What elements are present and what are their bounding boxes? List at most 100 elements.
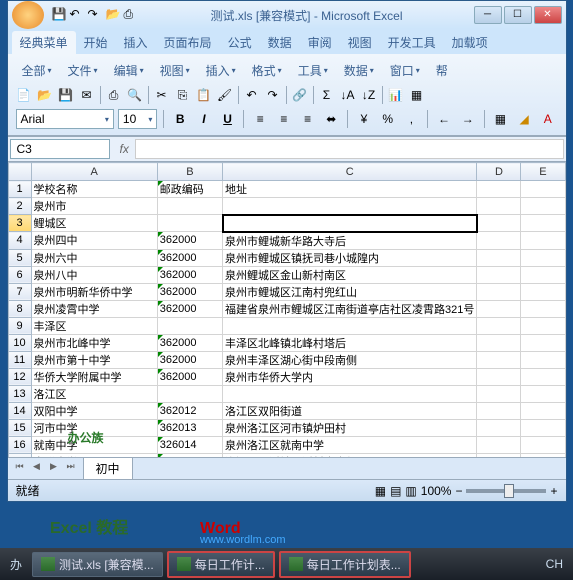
redo-tb-icon[interactable]: ↷ <box>263 85 283 105</box>
row-header[interactable]: 6 <box>8 266 31 283</box>
cell[interactable]: 362000 <box>157 351 222 368</box>
view-break-icon[interactable]: ▥ <box>405 484 416 498</box>
cell[interactable] <box>521 266 565 283</box>
new-icon[interactable]: 📄 <box>14 85 34 105</box>
cell[interactable] <box>477 181 521 198</box>
tab-insert[interactable]: 插入 <box>116 31 156 54</box>
cell[interactable] <box>521 453 565 457</box>
cell[interactable]: 河市中学 <box>31 419 157 436</box>
cell[interactable] <box>521 283 565 300</box>
cell[interactable] <box>521 198 565 215</box>
taskbar-item-1[interactable]: 测试.xls [兼容模... <box>32 552 163 577</box>
formula-input[interactable] <box>135 139 564 159</box>
lang-indicator[interactable]: CH <box>540 557 569 571</box>
cell[interactable] <box>477 215 521 232</box>
cell[interactable]: 华侨大学附属中学 <box>31 368 157 385</box>
menu-format[interactable]: 格式▾ <box>246 60 288 81</box>
undo-tb-icon[interactable]: ↶ <box>242 85 262 105</box>
cell[interactable] <box>477 419 521 436</box>
menu-data[interactable]: 数据▾ <box>338 60 380 81</box>
menu-window[interactable]: 窗口▾ <box>384 60 426 81</box>
cell[interactable] <box>477 368 521 385</box>
cell[interactable] <box>477 300 521 317</box>
cell[interactable] <box>477 453 521 457</box>
cell[interactable]: 362012 <box>157 402 222 419</box>
row-header[interactable]: 17 <box>8 453 31 457</box>
tab-view[interactable]: 视图 <box>340 31 380 54</box>
underline-button[interactable]: U <box>218 109 238 129</box>
cell[interactable] <box>521 402 565 419</box>
cell[interactable] <box>477 283 521 300</box>
cell[interactable]: 学校名称 <box>31 181 157 198</box>
font-select[interactable]: Arial▾ <box>16 109 114 129</box>
menu-file[interactable]: 文件▾ <box>62 60 104 81</box>
view-layout-icon[interactable]: ▤ <box>390 484 401 498</box>
cut-icon[interactable]: ✂ <box>152 85 172 105</box>
redo-icon[interactable]: ↷ <box>88 7 104 23</box>
cell[interactable]: 泉州市第十中学 <box>31 351 157 368</box>
cell[interactable] <box>521 385 565 402</box>
cell[interactable]: 泉州八中 <box>31 266 157 283</box>
cell[interactable]: 奕联中学 <box>31 453 157 457</box>
cell[interactable]: 泉州市鲤城区江南村兜红山 <box>223 283 477 300</box>
cell[interactable]: 福建省泉州市鲤城区江南街道亭店社区凌霄路321号 <box>223 300 477 317</box>
cell[interactable] <box>521 436 565 453</box>
size-select[interactable]: 10▾ <box>118 109 157 129</box>
row-header[interactable]: 3 <box>8 215 31 232</box>
cell[interactable]: 362000 <box>157 300 222 317</box>
cell[interactable]: 362015 <box>157 453 222 457</box>
row-header[interactable]: 10 <box>8 334 31 351</box>
taskbar-item-3[interactable]: 每日工作计划表... <box>279 551 411 578</box>
chart-icon[interactable]: 📊 <box>386 85 406 105</box>
tab-formula[interactable]: 公式 <box>220 31 260 54</box>
row-header[interactable]: 15 <box>8 419 31 436</box>
col-header-B[interactable]: B <box>157 163 222 181</box>
cell[interactable]: 泉州市 <box>31 198 157 215</box>
print-icon[interactable]: ⎙ <box>124 7 140 23</box>
cell[interactable]: 就南中学 <box>31 436 157 453</box>
cell[interactable] <box>521 215 565 232</box>
cell[interactable]: 362000 <box>157 283 222 300</box>
col-header-A[interactable]: A <box>31 163 157 181</box>
cell[interactable]: 洛江区罗溪镇双溪村木内组 <box>223 453 477 457</box>
mail-icon[interactable]: ✉ <box>77 85 97 105</box>
currency-icon[interactable]: ¥ <box>354 109 374 129</box>
menu-tools[interactable]: 工具▾ <box>292 60 334 81</box>
row-header[interactable]: 1 <box>8 181 31 198</box>
cell[interactable]: 362013 <box>157 419 222 436</box>
cell[interactable] <box>223 198 477 215</box>
sheet-next-icon[interactable]: ▶ <box>46 461 62 477</box>
tab-addin[interactable]: 加载项 <box>444 31 496 54</box>
cell[interactable] <box>477 249 521 266</box>
cell[interactable]: 鲤城区 <box>31 215 157 232</box>
menu-insert[interactable]: 插入▾ <box>200 60 242 81</box>
fx-icon[interactable]: fx <box>120 142 129 156</box>
office-button[interactable] <box>12 1 44 29</box>
cell[interactable] <box>477 317 521 334</box>
cell[interactable]: 丰泽区北峰镇北峰村塔后 <box>223 334 477 351</box>
cell[interactable] <box>477 402 521 419</box>
cell[interactable] <box>521 351 565 368</box>
row-header[interactable]: 8 <box>8 300 31 317</box>
indent-inc-icon[interactable]: → <box>458 109 478 129</box>
cell[interactable]: 泉州鲤城区金山新村南区 <box>223 266 477 283</box>
spreadsheet-grid[interactable]: A B C D E 1 学校名称 邮政编码 地址 2 泉州市 3 鲤城区 4 泉… <box>8 162 566 457</box>
cell[interactable]: 双阳中学 <box>31 402 157 419</box>
brush-icon[interactable]: 🖌 <box>215 85 235 105</box>
cell[interactable]: 泉州凌霄中学 <box>31 300 157 317</box>
zoom-out-icon[interactable]: − <box>455 484 462 498</box>
cell[interactable] <box>223 385 477 402</box>
comma-icon[interactable]: , <box>402 109 422 129</box>
cell[interactable] <box>521 181 565 198</box>
view-normal-icon[interactable]: ▦ <box>375 484 386 498</box>
row-header[interactable]: 13 <box>8 385 31 402</box>
align-center-icon[interactable]: ≡ <box>274 109 294 129</box>
close-button[interactable]: ✕ <box>534 6 562 24</box>
table-icon[interactable]: ▦ <box>407 85 427 105</box>
cell[interactable]: 泉州丰泽区湖心街中段南侧 <box>223 351 477 368</box>
copy-icon[interactable]: ⎘ <box>173 85 193 105</box>
col-header-D[interactable]: D <box>477 163 521 181</box>
percent-icon[interactable]: % <box>378 109 398 129</box>
cell[interactable] <box>521 334 565 351</box>
taskbar-item-2[interactable]: 每日工作计... <box>167 551 275 578</box>
